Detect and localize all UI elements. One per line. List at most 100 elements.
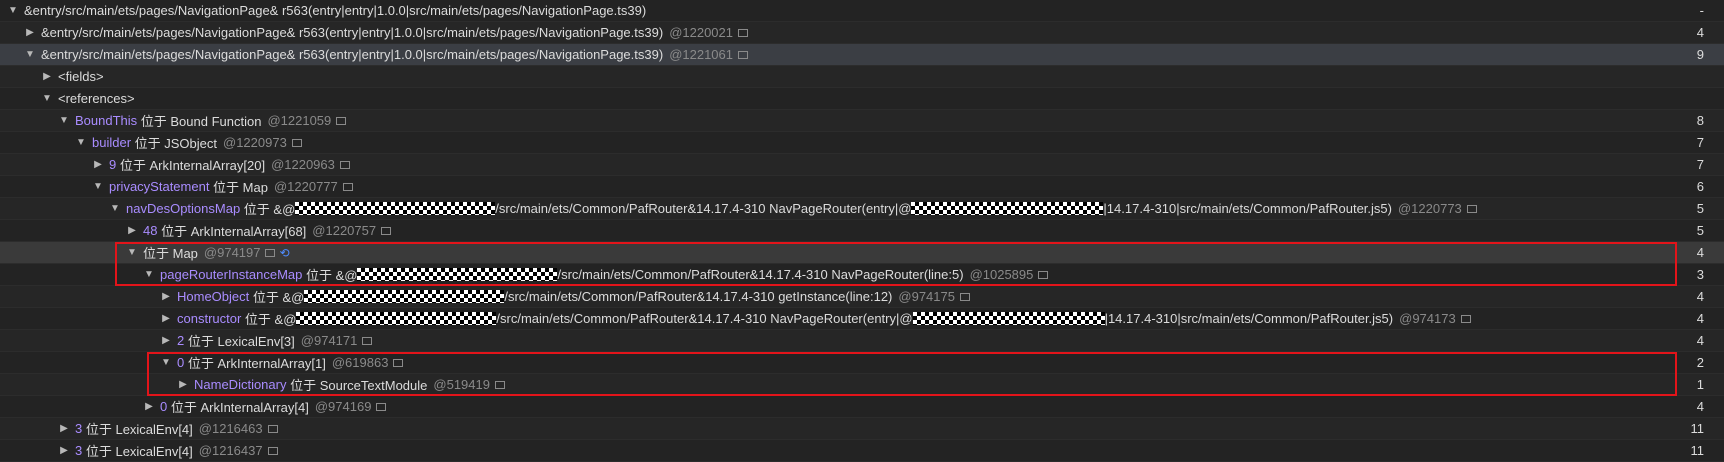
tree-row[interactable]: ▼ privacyStatement 位于 Map @1220777 6: [0, 176, 1724, 198]
copy-icon[interactable]: [342, 182, 353, 191]
tree-row[interactable]: ▼ <references>: [0, 88, 1724, 110]
copy-icon[interactable]: [362, 336, 373, 345]
copy-icon[interactable]: [1466, 204, 1477, 213]
node-type: 位于 &@: [241, 312, 297, 327]
copy-icon[interactable]: [336, 116, 347, 125]
collapse-arrow-icon[interactable]: ▶: [91, 159, 105, 170]
tree-row[interactable]: ▶ NameDictionary 位于 SourceTextModule @5194…: [0, 374, 1724, 396]
copy-icon[interactable]: [494, 380, 505, 389]
expand-arrow-icon[interactable]: ▼: [108, 203, 122, 214]
tree-row[interactable]: ▼ navDesOptionsMap 位于 &@ /src/main/ets/Com…: [0, 198, 1724, 220]
object-id: @1221059: [267, 113, 332, 128]
tree-row[interactable]: ▼ BoundThis 位于 Bound Function @1221059 8: [0, 110, 1724, 132]
node-name: 0: [160, 399, 168, 414]
tree-row[interactable]: ▶ constructor 位于 &@ /src/main/ets/Common/P…: [0, 308, 1724, 330]
collapse-arrow-icon[interactable]: ▶: [159, 313, 173, 324]
object-id: @1220973: [223, 135, 287, 150]
tree-row[interactable]: ▶ 3 位于 LexicalEnv[4] @1216463 11: [0, 418, 1724, 440]
tree-row[interactable]: ▼ 位于 Map @974197 ⟲ 4: [0, 242, 1724, 264]
tree-row[interactable]: ▶ 9 位于 ArkInternalArray[20] @1220963 7: [0, 154, 1724, 176]
collapse-arrow-icon[interactable]: ▶: [159, 291, 173, 302]
expand-arrow-icon[interactable]: ▼: [6, 5, 20, 16]
collapse-arrow-icon[interactable]: ▶: [57, 423, 71, 434]
copy-icon[interactable]: [738, 28, 748, 37]
collapse-arrow-icon[interactable]: ▶: [40, 71, 54, 82]
retained-count: 4: [1696, 245, 1704, 260]
node-type: 位于 &@: [249, 290, 305, 305]
tree-row[interactable]: ▶ 0 位于 ArkInternalArray[4] @974169 4: [0, 396, 1724, 418]
expand-arrow-icon[interactable]: ▼: [57, 115, 71, 126]
copy-icon[interactable]: [291, 138, 302, 147]
redacted-mask: [911, 202, 1104, 215]
row-content: ▶ constructor 位于 &@ /src/main/ets/Common/P…: [0, 309, 1644, 328]
copy-icon[interactable]: [1460, 314, 1471, 323]
tree-row[interactable]: ▼ &entry/src/main/ets/pages/NavigationPag…: [0, 44, 1724, 66]
retained-count: 11: [1690, 421, 1705, 436]
object-id: @1216437: [198, 443, 263, 458]
expand-arrow-icon[interactable]: ▼: [91, 181, 105, 192]
collapse-arrow-icon[interactable]: ▶: [142, 401, 156, 412]
row-content: ▶ 2 位于 LexicalEnv[3] @974171: [0, 331, 1644, 350]
copy-icon[interactable]: [267, 446, 278, 455]
tree-row[interactable]: ▶ <fields>: [0, 66, 1724, 88]
collapse-arrow-icon[interactable]: ▶: [159, 335, 173, 346]
copy-icon[interactable]: [267, 424, 278, 433]
retained-count: 4: [1696, 333, 1704, 348]
copy-icon[interactable]: [381, 226, 392, 235]
object-id: @1221061: [669, 47, 733, 62]
expand-arrow-icon[interactable]: ▼: [142, 269, 156, 280]
node-name: constructor: [177, 311, 242, 326]
row-content: ▼ privacyStatement 位于 Map @1220777: [0, 177, 1644, 196]
copy-icon[interactable]: [339, 160, 350, 169]
retained-count: 4: [1696, 25, 1704, 40]
copy-icon[interactable]: [1038, 270, 1049, 279]
tree-row[interactable]: ▶ &entry/src/main/ets/pages/NavigationPag…: [0, 22, 1724, 44]
row-content: ▶ 0 位于 ArkInternalArray[4] @974169: [0, 397, 1644, 416]
object-id: @1216463: [198, 421, 263, 436]
row-content: ▼ 位于 Map @974197 ⟲: [0, 243, 1644, 262]
node-name: NameDictionary: [194, 377, 287, 392]
tree-row[interactable]: ▼ pageRouterInstanceMap 位于 &@ /src/main/et…: [0, 264, 1724, 286]
expand-arrow-icon[interactable]: ▼: [23, 49, 37, 60]
copy-icon[interactable]: [376, 402, 387, 411]
object-id: @1220757: [312, 223, 377, 238]
copy-icon[interactable]: [265, 248, 276, 257]
tree-row[interactable]: ▼ &entry/src/main/ets/pages/NavigationPag…: [0, 0, 1724, 22]
tree-row[interactable]: ▶ 48 位于 ArkInternalArray[68] @1220757 5: [0, 220, 1724, 242]
tree-row[interactable]: ▶ 2 位于 LexicalEnv[3] @974171 4: [0, 330, 1724, 352]
retained-count: 4: [1696, 289, 1704, 304]
copy-icon[interactable]: [393, 358, 404, 367]
node-name: <references>: [58, 91, 135, 106]
redacted-mask: [295, 202, 496, 215]
collapse-arrow-icon[interactable]: ▶: [125, 225, 139, 236]
row-content: ▶ HomeObject 位于 &@ /src/main/ets/Common/Pa…: [0, 287, 1644, 306]
node-type: 位于 &@: [240, 202, 296, 217]
object-id: @974173: [1399, 311, 1456, 326]
tree-row[interactable]: ▶ 3 位于 LexicalEnv[4] @1216437 11: [0, 440, 1724, 462]
node-name: <fields>: [58, 69, 104, 84]
node-path: /src/main/ets/Common/PafRouter&14.17.4-3…: [557, 267, 964, 282]
retained-count: -: [1699, 3, 1704, 18]
row-content: ▶ NameDictionary 位于 SourceTextModule @5194…: [0, 375, 1644, 394]
expand-arrow-icon[interactable]: ▼: [159, 357, 173, 368]
expand-arrow-icon[interactable]: ▼: [74, 137, 88, 148]
collapse-arrow-icon[interactable]: ▶: [176, 379, 190, 390]
row-content: ▼ &entry/src/main/ets/pages/NavigationPag…: [0, 3, 1644, 18]
node-path-tail: |14.17.4-310|src/main/ets/Common/PafRout…: [1104, 311, 1394, 326]
row-content: ▼ builder 位于 JSObject @1220973: [0, 133, 1644, 152]
node-type: 位于 JSObject: [131, 136, 217, 151]
refresh-icon[interactable]: ⟲: [279, 246, 289, 260]
expand-arrow-icon[interactable]: ▼: [125, 247, 139, 258]
tree-row[interactable]: ▶ HomeObject 位于 &@ /src/main/ets/Common/Pa…: [0, 286, 1724, 308]
copy-icon[interactable]: [959, 292, 970, 301]
node-name: navDesOptionsMap: [126, 201, 241, 216]
node-name: 48: [143, 223, 158, 238]
copy-icon[interactable]: [738, 50, 748, 59]
tree-row[interactable]: ▼ builder 位于 JSObject @1220973 7: [0, 132, 1724, 154]
collapse-arrow-icon[interactable]: ▶: [57, 445, 71, 456]
expand-arrow-icon[interactable]: ▼: [40, 93, 54, 104]
collapse-arrow-icon[interactable]: ▶: [23, 27, 37, 38]
tree-row[interactable]: ▼ 0 位于 ArkInternalArray[1] @619863 2: [0, 352, 1724, 374]
retained-count: 7: [1696, 157, 1704, 172]
node-type: 位于 Bound Function: [137, 114, 262, 129]
